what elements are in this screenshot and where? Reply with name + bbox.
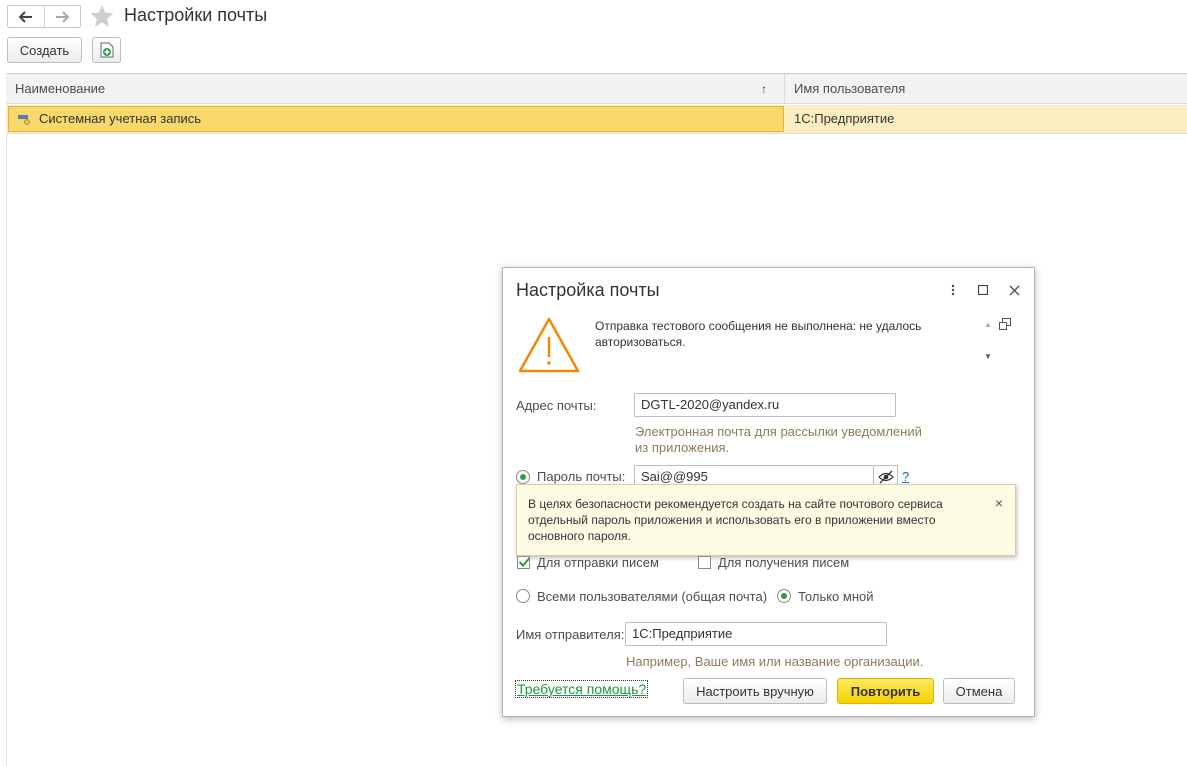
row-name: Системная учетная запись xyxy=(39,111,202,126)
cancel-button[interactable]: Отмена xyxy=(943,678,1015,704)
retry-button[interactable]: Повторить xyxy=(837,678,934,704)
sender-label: Имя отправителя: xyxy=(516,627,625,642)
password-radio[interactable] xyxy=(516,470,530,484)
column-separator[interactable] xyxy=(784,74,785,104)
close-button[interactable] xyxy=(1004,281,1024,299)
arrow-left-icon xyxy=(18,10,32,23)
tooltip-text: В целях безопасности рекомендуется созда… xyxy=(528,497,943,543)
table-row[interactable]: Системная учетная запись 1С:Предприятие xyxy=(6,105,1187,133)
row-divider xyxy=(6,133,1187,134)
sender-field[interactable]: 1С:Предприятие xyxy=(625,622,887,646)
receive-label: Для получения писем xyxy=(718,555,849,570)
receive-label-text: Для получения писем xyxy=(718,555,850,570)
close-icon xyxy=(1009,285,1019,295)
row-user: 1С:Предприятие xyxy=(794,111,895,126)
password-label: Пароль почты: xyxy=(537,469,626,484)
warning-message: Отправка тестового сообщения не выполнен… xyxy=(595,319,922,349)
all-users-radio[interactable] xyxy=(516,589,530,603)
manual-setup-button[interactable]: Настроить вручную xyxy=(683,678,827,704)
new-document-icon xyxy=(100,42,113,58)
dialog-title: Настройка почты xyxy=(516,280,660,300)
checkmark-icon xyxy=(518,557,531,567)
favorite-star-icon[interactable] xyxy=(89,3,115,29)
scroll-down-icon[interactable]: ▼ xyxy=(984,352,992,361)
column-header-user[interactable]: Имя пользователя xyxy=(794,74,905,104)
table-header: Наименование ↑ Имя пользователя xyxy=(6,74,1187,104)
sort-ascending-icon[interactable]: ↑ xyxy=(761,74,767,104)
receive-checkbox[interactable] xyxy=(698,556,711,569)
scroll-up-icon[interactable]: ▲ xyxy=(984,320,992,329)
create-button[interactable]: Создать xyxy=(7,37,82,63)
nav-buttons xyxy=(7,5,81,28)
warning-icon xyxy=(518,317,580,373)
table-left-border xyxy=(6,73,7,766)
sender-hint: Например, Ваше имя или название организа… xyxy=(626,654,924,669)
tooltip-close-icon[interactable]: × xyxy=(995,495,1003,511)
help-link[interactable]: Требуется помощь? xyxy=(514,680,649,698)
maximize-icon xyxy=(978,285,988,295)
send-label: Для отправки писем xyxy=(537,555,659,570)
eye-hidden-icon xyxy=(877,470,894,484)
only-me-label: Только мной xyxy=(798,589,874,604)
maximize-button[interactable] xyxy=(973,281,993,299)
email-label: Адрес почты: xyxy=(516,398,597,413)
open-in-window-icon[interactable] xyxy=(999,318,1011,330)
account-icon xyxy=(18,115,30,125)
add-from-template-button[interactable] xyxy=(92,37,121,63)
page-title: Настройки почты xyxy=(124,5,268,25)
email-field[interactable]: DGTL-2020@yandex.ru xyxy=(634,393,896,417)
send-checkbox[interactable] xyxy=(517,556,531,569)
column-header-name[interactable]: Наименование xyxy=(15,74,105,104)
password-help-link[interactable]: ? xyxy=(902,469,909,484)
arrow-right-icon xyxy=(56,10,70,23)
all-users-label: Всеми пользователями (общая почта) xyxy=(537,589,768,604)
mail-settings-dialog: Настройка почты Отправка тестового сообщ… xyxy=(502,267,1035,717)
only-me-radio[interactable] xyxy=(777,589,791,603)
back-button[interactable] xyxy=(8,6,44,27)
email-hint: Электронная почта для рассылки уведомлен… xyxy=(635,424,922,455)
more-options-button[interactable] xyxy=(943,281,963,299)
security-tooltip: В целях безопасности рекомендуется созда… xyxy=(516,484,1016,556)
vertical-dots-icon xyxy=(951,284,955,296)
forward-button[interactable] xyxy=(43,6,80,27)
